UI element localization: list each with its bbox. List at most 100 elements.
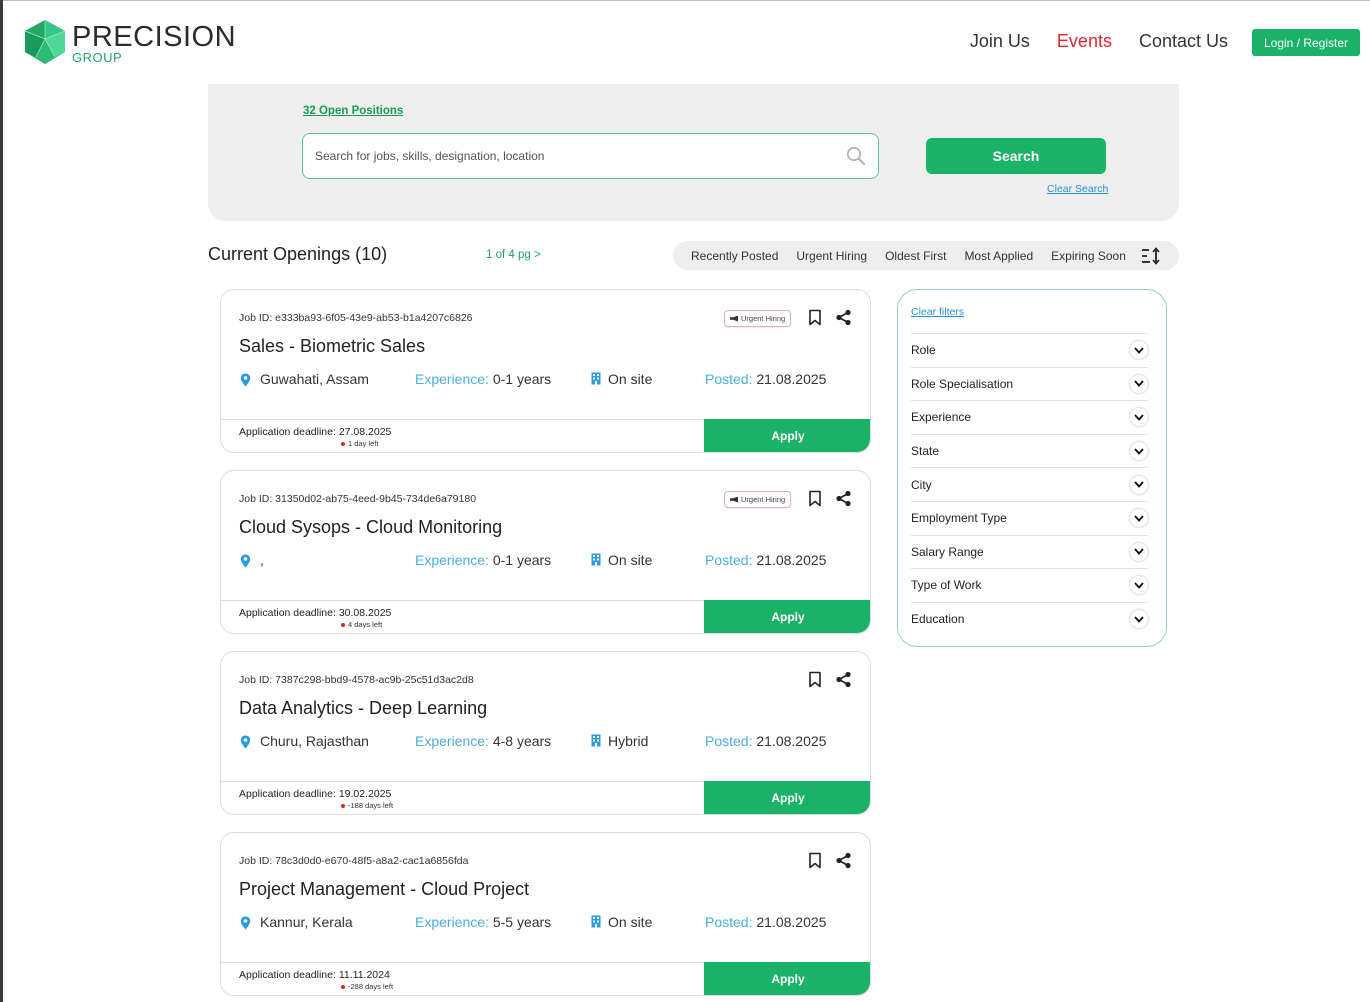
chevron-down-icon[interactable]	[1130, 576, 1148, 595]
filter-item[interactable]: Role	[911, 333, 1148, 367]
share-icon[interactable]	[835, 852, 852, 869]
chevron-down-icon[interactable]	[1130, 341, 1148, 360]
card-footer: Application deadline: 19.02.2025 -188 da…	[221, 781, 870, 814]
clear-search-link[interactable]: Clear Search	[1047, 183, 1108, 195]
megaphone-icon	[730, 315, 738, 322]
filter-item[interactable]: Type of Work	[911, 568, 1148, 602]
application-deadline: Application deadline: 11.11.2024	[239, 969, 390, 981]
job-card[interactable]: Job ID: 31350d02-ab75-4eed-9b45-734de6a7…	[220, 470, 871, 634]
application-deadline: Application deadline: 27.08.2025	[239, 426, 392, 438]
bookmark-icon[interactable]	[808, 309, 822, 326]
job-location: Guwahati, Assam	[260, 371, 369, 387]
card-footer: Application deadline: 27.08.2025 1 day l…	[221, 419, 870, 452]
brand-logo[interactable]: PRECISION GROUP	[22, 19, 236, 65]
filter-label: Type of Work	[911, 578, 982, 593]
job-experience: Experience: 4-8 years	[415, 733, 551, 749]
job-posted: Posted: 21.08.2025	[705, 371, 826, 387]
filter-label: Education	[911, 612, 965, 627]
search-input[interactable]	[315, 134, 835, 178]
nav-events[interactable]: Events	[1057, 31, 1112, 52]
experience-label: Experience:	[415, 552, 489, 568]
job-posted: Posted: 21.08.2025	[705, 914, 826, 930]
logo-gem-icon	[24, 20, 66, 64]
card-footer: Application deadline: 30.08.2025 4 days …	[221, 600, 870, 633]
login-register-button[interactable]: Login / Register	[1252, 29, 1360, 56]
days-left: -188 days left	[341, 801, 393, 810]
apply-button[interactable]: Apply	[704, 600, 870, 633]
apply-button[interactable]: Apply	[704, 419, 870, 452]
posted-date: 21.08.2025	[756, 552, 827, 568]
top-nav: Join Us Events Contact Us	[970, 31, 1228, 52]
nav-contact-us[interactable]: Contact Us	[1139, 31, 1228, 52]
filter-item[interactable]: Employment Type	[911, 500, 1148, 535]
apply-button[interactable]: Apply	[704, 962, 870, 995]
red-dot-icon	[341, 984, 345, 989]
search-button[interactable]: Search	[926, 138, 1106, 174]
posted-label: Posted:	[705, 371, 753, 387]
pagination[interactable]: 1 of 4 pg >	[486, 249, 541, 261]
window-left-border	[0, 0, 3, 1002]
filter-item[interactable]: Experience	[911, 400, 1148, 434]
apply-button[interactable]: Apply	[704, 781, 870, 814]
filter-label: Role	[911, 343, 936, 358]
filter-item[interactable]: State	[911, 433, 1148, 468]
bookmark-icon[interactable]	[808, 490, 822, 507]
building-icon	[591, 734, 601, 747]
job-card[interactable]: Job ID: e333ba93-6f05-43e9-ab53-b1a4207c…	[220, 289, 871, 453]
job-id: Job ID: e333ba93-6f05-43e9-ab53-b1a4207c…	[239, 312, 473, 324]
job-title[interactable]: Sales - Biometric Sales	[239, 336, 425, 357]
job-card[interactable]: Job ID: 7387c298-bbd9-4578-ac9b-25c51d3a…	[220, 651, 871, 815]
chevron-down-icon[interactable]	[1130, 374, 1148, 393]
job-id: Job ID: 31350d02-ab75-4eed-9b45-734de6a7…	[239, 493, 477, 505]
share-icon[interactable]	[835, 490, 852, 507]
posted-date: 21.08.2025	[756, 371, 827, 387]
building-icon	[591, 915, 601, 928]
bookmark-icon[interactable]	[808, 671, 822, 688]
job-title[interactable]: Cloud Sysops - Cloud Monitoring	[239, 517, 502, 538]
search-icon[interactable]	[846, 146, 866, 166]
application-deadline: Application deadline: 19.02.2025	[239, 788, 392, 800]
filter-item[interactable]: Education	[911, 601, 1148, 636]
job-card[interactable]: Job ID: 78c3d0d0-e670-48f5-a8a2-cac1a685…	[220, 832, 871, 996]
search-box[interactable]	[302, 133, 879, 179]
red-dot-icon	[341, 803, 345, 808]
bookmark-icon[interactable]	[808, 852, 822, 869]
chevron-down-icon[interactable]	[1130, 442, 1148, 461]
filter-item[interactable]: Salary Range	[911, 534, 1148, 569]
application-deadline: Application deadline: 30.08.2025	[239, 607, 392, 619]
chevron-down-icon[interactable]	[1130, 610, 1148, 629]
chevron-down-icon[interactable]	[1130, 542, 1148, 561]
chevron-down-icon[interactable]	[1130, 408, 1148, 427]
urgent-hiring-label: Urgent Hiring	[741, 495, 786, 504]
chevron-down-icon[interactable]	[1130, 509, 1148, 528]
experience-value: 0-1 years	[492, 371, 552, 387]
job-work-type: Hybrid	[608, 733, 649, 749]
experience-value: 4-8 years	[492, 733, 552, 749]
urgent-hiring-badge: Urgent Hiring	[724, 491, 792, 508]
sort-oldest-first[interactable]: Oldest First	[885, 249, 946, 263]
job-id: Job ID: 7387c298-bbd9-4578-ac9b-25c51d3a…	[239, 674, 474, 686]
chevron-down-icon[interactable]	[1130, 475, 1148, 494]
urgent-hiring-label: Urgent Hiring	[741, 314, 786, 323]
days-left: 1 day left	[341, 439, 378, 448]
sort-expiring-soon[interactable]: Expiring Soon	[1051, 249, 1126, 263]
filter-item[interactable]: Role Specialisation	[911, 366, 1148, 401]
job-meta-row: Churu, Rajasthan Experience: 4-8 years H…	[221, 733, 870, 751]
job-title[interactable]: Data Analytics - Deep Learning	[239, 698, 487, 719]
building-icon	[591, 553, 601, 566]
sort-recently-posted[interactable]: Recently Posted	[691, 249, 778, 263]
clear-filters-link[interactable]: Clear filters	[911, 306, 964, 318]
experience-label: Experience:	[415, 371, 489, 387]
sort-most-applied[interactable]: Most Applied	[964, 249, 1033, 263]
share-icon[interactable]	[835, 309, 852, 326]
filter-label: Role Specialisation	[911, 376, 1014, 391]
nav-join-us[interactable]: Join Us	[970, 31, 1030, 52]
share-icon[interactable]	[835, 671, 852, 688]
sort-bar: Recently Posted Urgent Hiring Oldest Fir…	[673, 241, 1179, 270]
job-title[interactable]: Project Management - Cloud Project	[239, 879, 529, 900]
open-positions-link[interactable]: 32 Open Positions	[303, 105, 403, 117]
sort-order-icon[interactable]	[1141, 247, 1161, 265]
sort-urgent-hiring[interactable]: Urgent Hiring	[796, 249, 867, 263]
filter-item[interactable]: City	[911, 467, 1148, 501]
days-left: -288 days left	[341, 982, 393, 991]
